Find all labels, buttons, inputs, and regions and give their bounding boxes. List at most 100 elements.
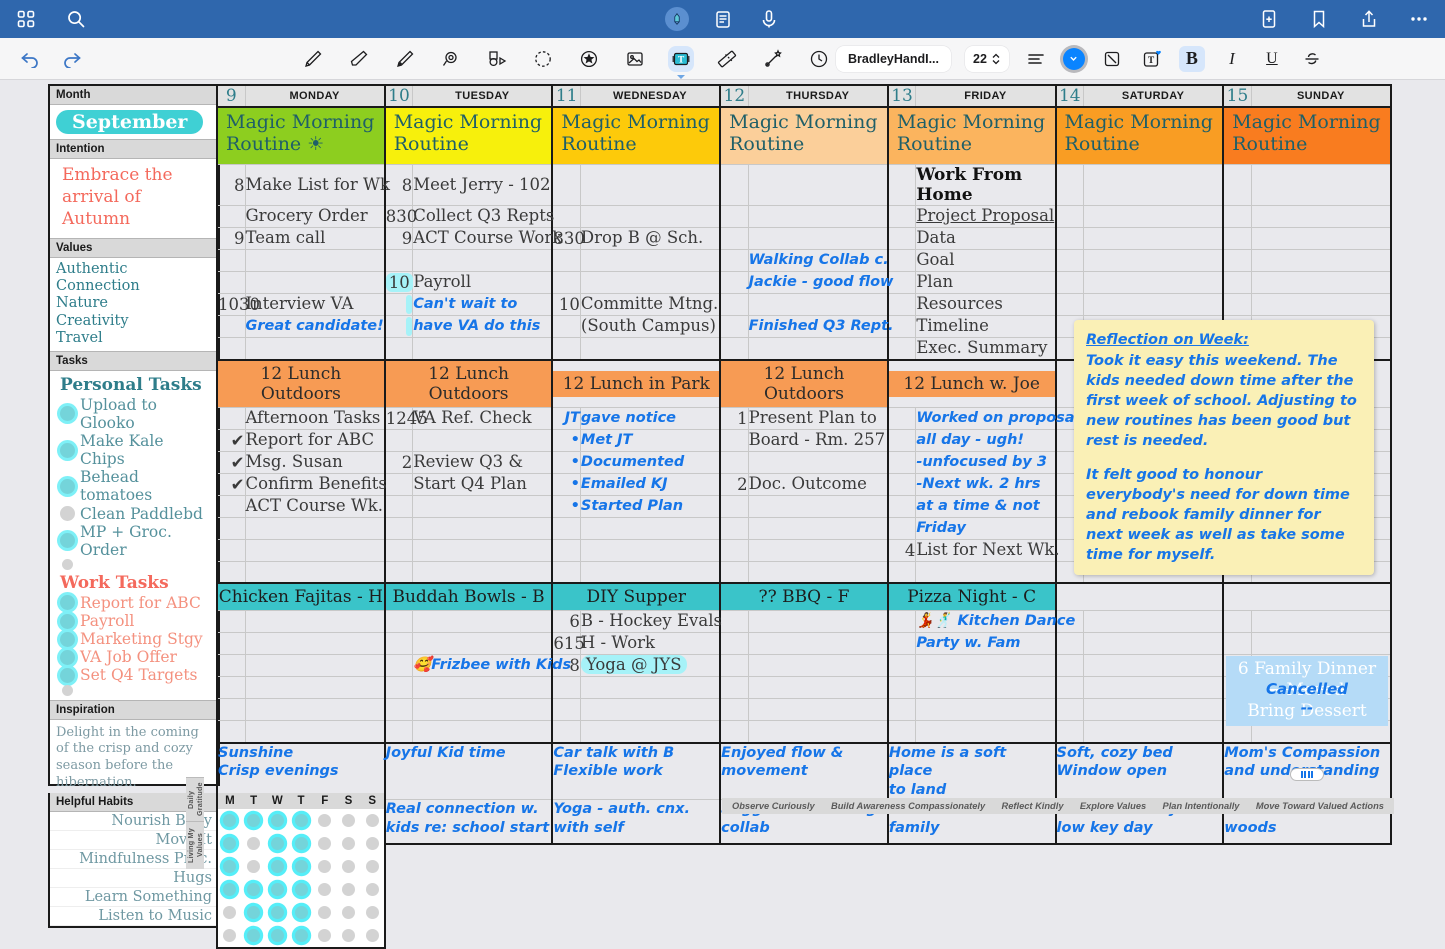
time-cell[interactable]: [385, 633, 413, 655]
bookmark-icon[interactable]: [1307, 7, 1331, 31]
time-cell[interactable]: [888, 250, 916, 272]
habit-cell[interactable]: [360, 857, 384, 876]
habit-cell[interactable]: [360, 880, 384, 899]
more-icon[interactable]: [1407, 7, 1431, 31]
habit-dot-icon[interactable]: [223, 814, 236, 827]
event-cell[interactable]: Drop B @ Sch.: [580, 228, 720, 250]
habit-dot-icon[interactable]: [295, 837, 308, 850]
event-cell[interactable]: [748, 451, 888, 473]
event-cell[interactable]: Report for ABC: [245, 429, 385, 451]
task-bubble-icon[interactable]: [62, 559, 73, 570]
habit-cell[interactable]: [265, 811, 289, 830]
task-item[interactable]: Make Kale Chips: [56, 432, 212, 468]
habit-dot-icon[interactable]: [223, 906, 236, 919]
event-cell[interactable]: Collect Q3 Repts: [413, 206, 553, 228]
time-cell[interactable]: [720, 677, 748, 699]
task-bubble-icon[interactable]: [60, 506, 75, 521]
line-style-icon[interactable]: [1099, 46, 1125, 72]
time-cell[interactable]: [1056, 165, 1084, 206]
time-cell[interactable]: [888, 473, 916, 495]
event-cell[interactable]: [1251, 165, 1391, 206]
event-cell[interactable]: Doc. Outcome: [748, 473, 888, 495]
time-cell[interactable]: 1: [720, 407, 748, 429]
highlighter-icon[interactable]: [392, 46, 418, 72]
morning-banner[interactable]: Magic Morning Routine: [888, 107, 1056, 165]
event-cell[interactable]: Walking Collab c.: [748, 250, 888, 272]
event-cell[interactable]: Finished Q3 Rept.: [748, 316, 888, 338]
time-cell[interactable]: •: [552, 429, 580, 451]
event-cell[interactable]: [748, 495, 888, 517]
time-cell[interactable]: [385, 611, 413, 633]
lunch-banner[interactable]: 12 Lunch in Park: [552, 360, 720, 408]
event-cell[interactable]: [916, 721, 1056, 743]
time-cell[interactable]: [888, 655, 916, 677]
time-cell[interactable]: 10: [552, 294, 580, 316]
event-cell[interactable]: Goal: [916, 250, 1056, 272]
event-cell[interactable]: Exec. Summary: [916, 338, 1056, 360]
dinner-banner[interactable]: DIY Supper: [552, 583, 720, 611]
align-icon[interactable]: [1023, 46, 1049, 72]
event-cell[interactable]: Friday: [916, 517, 1056, 539]
time-cell[interactable]: [720, 517, 748, 539]
intention-text[interactable]: Embrace the arrival of Autumn: [50, 159, 218, 238]
habit-dot-icon[interactable]: [366, 883, 379, 896]
event-cell[interactable]: [1084, 611, 1224, 633]
time-cell[interactable]: [720, 316, 748, 338]
time-cell[interactable]: [217, 338, 245, 360]
time-cell[interactable]: [1056, 721, 1084, 743]
event-cell[interactable]: Timeline: [916, 316, 1056, 338]
time-cell[interactable]: [720, 272, 748, 294]
habit-cell[interactable]: [337, 926, 361, 945]
event-cell[interactable]: Can't wait to: [413, 294, 553, 316]
time-cell[interactable]: [217, 655, 245, 677]
event-cell[interactable]: [748, 294, 888, 316]
habit-cell[interactable]: [313, 903, 337, 922]
event-cell[interactable]: Make List for Wk: [245, 165, 385, 206]
habit-cell[interactable]: [337, 834, 361, 853]
eraser-icon[interactable]: [346, 46, 372, 72]
task-bubble-icon[interactable]: [60, 668, 75, 683]
habit-cell[interactable]: [313, 811, 337, 830]
event-cell[interactable]: Plan: [916, 272, 1056, 294]
habit-dot-icon[interactable]: [342, 837, 355, 850]
event-cell[interactable]: [1084, 655, 1224, 677]
habit-dot-icon[interactable]: [342, 906, 355, 919]
time-cell[interactable]: [217, 316, 245, 338]
event-cell[interactable]: VA Ref. Check: [413, 407, 553, 429]
event-cell[interactable]: [580, 272, 720, 294]
time-cell[interactable]: [720, 206, 748, 228]
add-page-icon[interactable]: [1257, 7, 1281, 31]
event-cell[interactable]: [245, 517, 385, 539]
habit-dot-icon[interactable]: [247, 814, 260, 827]
event-cell[interactable]: [1084, 272, 1224, 294]
time-cell[interactable]: ✔: [217, 451, 245, 473]
time-cell[interactable]: [217, 721, 245, 743]
event-cell[interactable]: [1084, 228, 1224, 250]
time-cell[interactable]: [217, 611, 245, 633]
event-cell[interactable]: Team call: [245, 228, 385, 250]
time-cell[interactable]: [1056, 272, 1084, 294]
event-cell[interactable]: Great candidate!: [245, 316, 385, 338]
task-bubble-icon[interactable]: [60, 479, 75, 494]
event-cell[interactable]: have VA do this: [413, 316, 553, 338]
event-cell[interactable]: [580, 338, 720, 360]
time-cell[interactable]: •: [552, 495, 580, 517]
event-cell[interactable]: Emailed KJ: [580, 473, 720, 495]
task-bubble-icon[interactable]: [60, 650, 75, 665]
event-cell[interactable]: Afternoon Tasks: [245, 407, 385, 429]
habit-cell[interactable]: [265, 926, 289, 945]
event-cell[interactable]: [413, 677, 553, 699]
time-cell[interactable]: [385, 699, 413, 721]
habit-cell[interactable]: [218, 857, 242, 876]
event-cell[interactable]: [245, 633, 385, 655]
event-cell[interactable]: [580, 165, 720, 206]
event-cell[interactable]: [1251, 272, 1391, 294]
task-item[interactable]: MP + Groc. Order: [56, 523, 212, 559]
time-cell[interactable]: [385, 294, 413, 316]
share-icon[interactable]: [1357, 7, 1381, 31]
daily-gratitude-cell[interactable]: Car talk with BFlexible work: [552, 743, 720, 800]
morning-banner[interactable]: Magic Morning Routine: [720, 107, 888, 165]
event-cell[interactable]: Started Plan: [580, 495, 720, 517]
time-cell[interactable]: [385, 721, 413, 743]
time-cell[interactable]: [552, 517, 580, 539]
